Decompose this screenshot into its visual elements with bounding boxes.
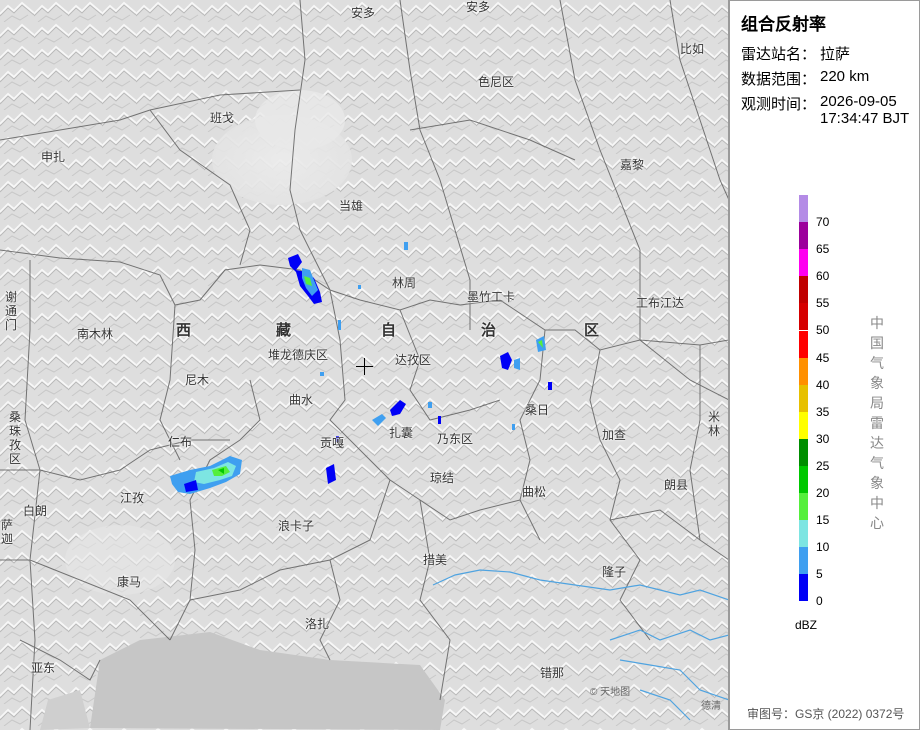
map-label: 嘉黎 xyxy=(620,158,645,172)
region-label-char: 治 xyxy=(481,322,497,339)
legend-tick-label: 60 xyxy=(816,269,830,284)
legend-tick-label: 50 xyxy=(816,323,830,338)
map-label: 洛扎 xyxy=(305,617,330,631)
map-label: 江孜 xyxy=(120,491,145,505)
legend-tick-label: 70 xyxy=(816,215,830,229)
legend-tick-label: 65 xyxy=(816,242,830,257)
map-label-vertical: 桑珠孜区 xyxy=(8,410,21,466)
legend-tick-label: 10 xyxy=(816,540,830,555)
legend-tick-label: 0 xyxy=(816,594,823,609)
map-label: 桑日 xyxy=(525,403,550,417)
range-value: 220 km xyxy=(820,68,870,85)
map-label: 朗县 xyxy=(664,478,689,492)
region-label-char: 自 xyxy=(381,322,397,339)
legend-swatch xyxy=(799,466,808,493)
map-label: 色尼区 xyxy=(478,75,515,89)
map-label: 申扎 xyxy=(41,150,66,164)
map-label: 林周 xyxy=(392,276,417,290)
map-label: 措美 xyxy=(423,553,448,567)
map-label: 扎囊 xyxy=(389,426,414,440)
map-label: 亚东 xyxy=(31,661,56,675)
product-title: 组合反射率 xyxy=(741,15,826,34)
time-date: 2026-09-05 xyxy=(820,93,897,110)
map-label: 工布江达 xyxy=(636,296,685,310)
range-row: 数据范围： 220 km xyxy=(741,68,869,89)
map-label: 琼结 xyxy=(430,471,455,485)
station-label: 雷达站名： xyxy=(741,46,817,63)
map-label: 曲松 xyxy=(522,485,547,499)
legend-swatch xyxy=(799,276,808,304)
map-label: 堆龙德庆区 xyxy=(268,348,329,362)
map-label: 达孜区 xyxy=(395,353,432,367)
map-label: 墨竹工卡 xyxy=(467,290,516,304)
map-watermark-place: 德清 xyxy=(701,701,721,712)
legend-tick-label: 5 xyxy=(816,567,823,582)
map-label: 浪卡子 xyxy=(278,519,315,533)
time-row: 观测时间： 2026-09-05 17:34:47 BJT xyxy=(741,93,909,127)
legend-swatch xyxy=(799,222,808,250)
map-label: 贡嘎 xyxy=(320,436,345,450)
legend-swatch xyxy=(799,330,808,358)
legend-tick-label: 35 xyxy=(816,404,830,419)
legend-tick-label: 20 xyxy=(816,486,830,500)
map-label: 加查 xyxy=(602,428,627,442)
legend-swatch xyxy=(799,357,808,385)
map-approval-number: 审图号：GS京 (2022) 0372号 xyxy=(747,707,905,721)
legend-tick-label: 30 xyxy=(816,431,830,446)
info-panel: 组合反射率 雷达站名： 拉萨 数据范围： 220 km 观测时间： 2026-09-0… xyxy=(729,0,920,730)
radar-site-crosshair-icon xyxy=(356,358,373,375)
station-row: 雷达站名： 拉萨 xyxy=(741,43,850,64)
map-label: 仁布 xyxy=(168,435,193,449)
map-label: 康马 xyxy=(117,575,142,589)
map-watermark: © 天地图 xyxy=(590,687,631,698)
map-label: 白朗 xyxy=(23,504,48,518)
region-label-char: 区 xyxy=(584,322,600,339)
legend-swatch xyxy=(799,384,808,412)
legend-tick-label: 55 xyxy=(816,296,830,311)
station-value: 拉萨 xyxy=(820,46,851,63)
legend-tick-label: 15 xyxy=(816,513,830,528)
legend-swatch xyxy=(799,547,808,575)
map-label: 班戈 xyxy=(210,111,235,125)
legend-swatch xyxy=(799,520,808,548)
map-label: 南木林 xyxy=(77,327,114,341)
legend-tick-label: 45 xyxy=(816,350,830,365)
legend-swatch xyxy=(799,574,808,602)
map-label-vertical: 萨迦 xyxy=(0,518,13,546)
map-label: 安多 xyxy=(351,6,376,20)
map-label: 乃东区 xyxy=(437,432,474,446)
time-value: 2026-09-05 17:34:47 BJT xyxy=(820,93,909,127)
legend-swatch xyxy=(799,303,808,331)
time-clock: 17:34:47 BJT xyxy=(820,110,910,127)
map-label: 安多 xyxy=(466,0,491,14)
agency-label-vertical: 中国气象局雷达气象中心 xyxy=(870,315,884,531)
map-label: 隆子 xyxy=(602,565,627,579)
legend-swatch xyxy=(799,493,808,521)
map-label: 比如 xyxy=(680,42,705,56)
time-label: 观测时间： xyxy=(741,96,817,113)
radar-map[interactable]: 安多 安多 比如 色尼区 班戈 申扎 嘉黎 当雄 林周 墨竹工卡 工布江达 南木… xyxy=(0,0,729,730)
map-label: 曲水 xyxy=(289,393,314,407)
map-label: 错那 xyxy=(540,666,565,680)
legend-swatch xyxy=(799,195,808,222)
region-label-char: 藏 xyxy=(276,322,292,339)
region-label-char: 西 xyxy=(176,322,192,339)
map-label-vertical: 谢通门 xyxy=(4,290,17,332)
map-label: 当雄 xyxy=(339,199,364,213)
legend-swatch xyxy=(799,438,808,466)
legend-tick-label: 40 xyxy=(816,377,830,392)
legend-swatch xyxy=(799,249,808,277)
color-legend: 70 65 60 55 50 45 40 35 30 25 20 15 10 5 0 xyxy=(799,195,879,615)
range-label: 数据范围： xyxy=(741,71,817,88)
legend-swatch xyxy=(799,411,808,439)
legend-unit: dBZ xyxy=(795,618,818,632)
map-label: 尼木 xyxy=(185,373,210,387)
legend-tick-label: 25 xyxy=(816,458,830,473)
map-label-vertical: 米林 xyxy=(707,410,720,438)
